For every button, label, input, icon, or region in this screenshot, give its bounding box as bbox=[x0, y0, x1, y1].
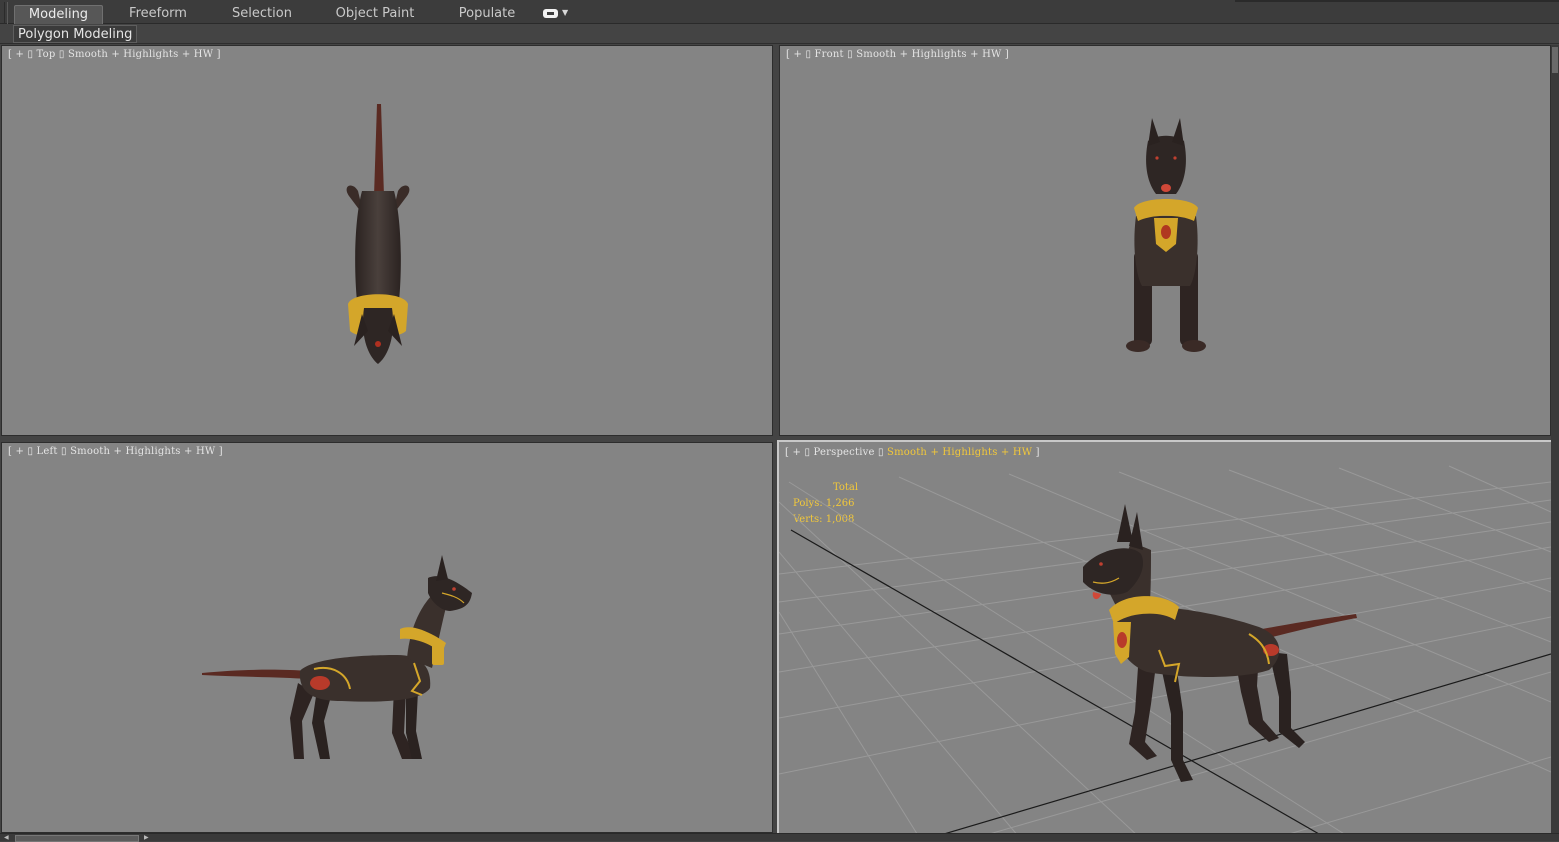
dog-model-left-view bbox=[202, 555, 472, 759]
dog-model-front-view bbox=[1126, 118, 1206, 352]
time-next-icon[interactable]: ▶ bbox=[144, 834, 149, 841]
viewport-perspective[interactable]: [ + ▯ Perspective ▯ Smooth + Highlights … bbox=[777, 440, 1553, 835]
tab-selection[interactable]: Selection bbox=[218, 5, 306, 24]
tab-modeling[interactable]: Modeling bbox=[14, 5, 103, 24]
command-panel-scrollbar[interactable] bbox=[1551, 45, 1559, 835]
tab-freeform[interactable]: Freeform bbox=[114, 5, 202, 24]
perspective-scene bbox=[779, 465, 1551, 833]
time-slider-strip: ◀ ▶ bbox=[0, 833, 1559, 842]
ribbon-panel-row: Polygon Modeling bbox=[0, 24, 1559, 44]
viewport-top[interactable]: [ + ▯ Top ▯ Smooth + Highlights + HW ] bbox=[1, 45, 773, 436]
dog-model-top-view bbox=[346, 104, 410, 364]
scrollbar-thumb[interactable] bbox=[1552, 47, 1558, 73]
ribbon-tab-bar: Modeling Freeform Selection Object Paint… bbox=[0, 0, 1559, 42]
dropdown-caret-icon: ▼ bbox=[562, 8, 569, 17]
polygon-modeling-panel[interactable]: Polygon Modeling bbox=[13, 25, 138, 43]
top-divider bbox=[1235, 0, 1559, 2]
viewport-left[interactable]: [ + ▯ Left ▯ Smooth + Highlights + HW ] bbox=[1, 442, 773, 833]
max-application: Modeling Freeform Selection Object Paint… bbox=[0, 0, 1559, 842]
tab-populate[interactable]: Populate bbox=[446, 5, 528, 24]
ribbon-toggle-pill bbox=[543, 9, 558, 18]
tab-object-paint[interactable]: Object Paint bbox=[324, 5, 426, 24]
time-prev-icon[interactable]: ◀ bbox=[4, 834, 9, 841]
viewport-front[interactable]: [ + ▯ Front ▯ Smooth + Highlights + HW ] bbox=[779, 45, 1551, 436]
ribbon-minimize-icon[interactable]: ▼ bbox=[543, 8, 571, 20]
